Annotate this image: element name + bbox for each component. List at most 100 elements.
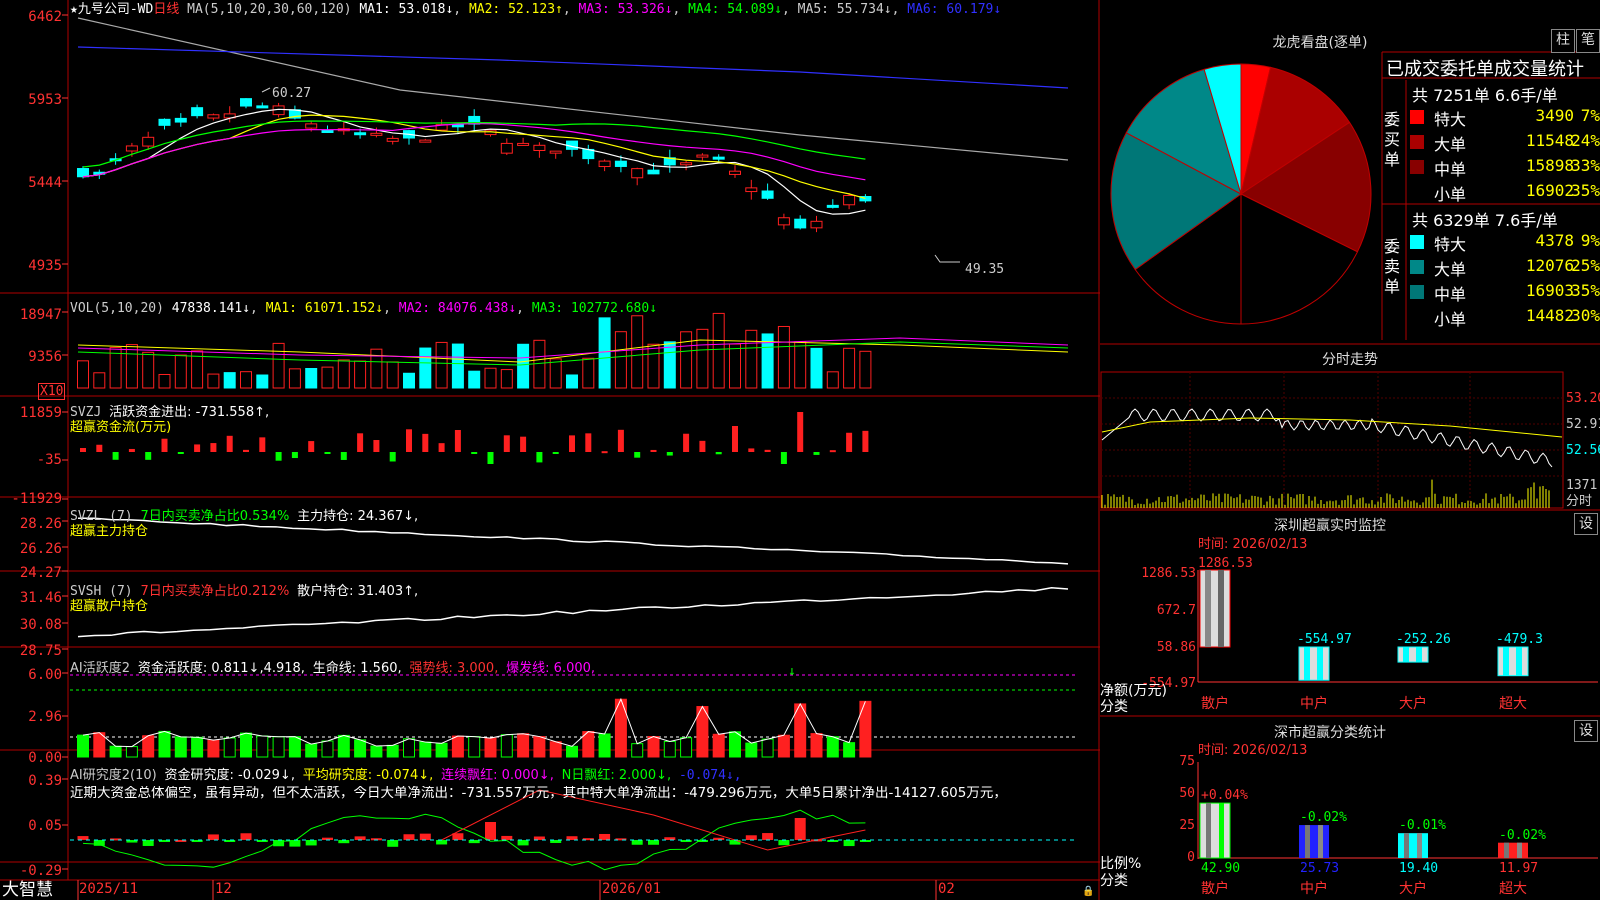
volume-bar [288, 368, 301, 389]
svsh-name: SVSH (7) [70, 584, 133, 599]
classify-bar-stripe [1219, 803, 1224, 858]
research-bar [794, 818, 806, 840]
activity-bar [566, 745, 578, 758]
volume-bar [142, 351, 155, 389]
candle-body [614, 160, 627, 167]
activity-bar [761, 738, 774, 758]
monitor-bar-value: -252.26 [1396, 632, 1451, 647]
candle-body [256, 105, 269, 109]
classify-title: 深市超赢分类统计 [1274, 725, 1386, 741]
research-bar [762, 833, 774, 840]
pie-slice-sell [1110, 132, 1242, 271]
svzj-bar [389, 452, 396, 462]
ai-research-cont: 连续飘红: 0.000↓, [441, 768, 554, 783]
ai-active-y-label: 6.00 [28, 667, 62, 683]
svzj-y-label: 11859 [19, 405, 62, 421]
activity-bar [533, 736, 546, 758]
pie-slice-buy [1240, 66, 1351, 196]
volume-bar [680, 331, 693, 389]
classify-bar [1398, 833, 1428, 858]
svzj-bar [569, 435, 575, 452]
ai-active-y-label: 0.00 [28, 750, 62, 766]
lock-icon[interactable]: 🔒 [1082, 884, 1094, 899]
color-swatch [1410, 285, 1424, 299]
activity-bar [223, 737, 236, 758]
main-chart-area[interactable]: ↓ [0, 0, 1100, 900]
intraday-frame [1100, 371, 1564, 509]
research-bar [843, 840, 855, 847]
volume-bar [517, 343, 530, 389]
research-bar [77, 836, 89, 840]
svzl-y-label: 24.27 [19, 565, 62, 581]
volume-bar [566, 374, 578, 389]
research-bar [648, 840, 659, 845]
monitor-bar-value: -479.3 [1496, 632, 1543, 647]
candle-body [158, 118, 171, 126]
activity-bar [207, 739, 220, 758]
order-percent: 9% [1580, 231, 1600, 250]
volume-bar [745, 329, 758, 389]
sell-total: 共 6329单 7.6手/单 [1412, 211, 1558, 230]
ai-research-y-label: -0.29 [19, 863, 62, 879]
stat-row: 中单 16903 35% [1410, 281, 1600, 304]
pen-view-button[interactable]: 笔 [1576, 29, 1600, 53]
activity-bar [745, 742, 758, 758]
svzj-bar [373, 440, 380, 452]
volume-bar [712, 312, 725, 389]
classify-category: 散户 [1201, 881, 1229, 897]
ai-active-strong: 强势线: 3.000, [409, 661, 499, 676]
candle-body [370, 132, 383, 136]
activity-bar [403, 738, 415, 758]
candle-body [174, 117, 187, 123]
classify-bar [1498, 842, 1528, 858]
ai-active-life: 生命线: 1.560, [312, 661, 402, 676]
period-label[interactable]: 日线 [153, 2, 179, 17]
ai-active-burst: 爆发线: 6.000, [506, 661, 596, 676]
monitor-title: 深圳超赢实时监控 [1274, 518, 1386, 534]
svzj-bar [780, 452, 787, 464]
svsh-header: SVSH (7) 7日内买卖净占比0.212% 散户持仓: 31.403↑, [70, 584, 418, 599]
classify-settings-button[interactable]: 设 [1574, 720, 1598, 742]
volume-bar [696, 328, 709, 389]
candle-body [419, 139, 432, 143]
vol-name: VOL(5,10,20) [70, 301, 164, 316]
candle-body [826, 204, 839, 208]
activity-bar [598, 733, 611, 758]
vol-y-label: 18947 [19, 307, 62, 323]
activity-bar [631, 743, 644, 758]
volume-bar [614, 331, 627, 389]
classify-category: 中户 [1300, 881, 1328, 897]
svzj-bar [862, 430, 869, 452]
activity-bar [859, 700, 872, 758]
candle-body [680, 162, 693, 166]
classify-y-label: 0 [1187, 850, 1195, 865]
activity-bar [663, 740, 676, 758]
svzl-hold: 主力持仓: 24.367↓, [297, 509, 419, 524]
research-bar [354, 836, 366, 840]
dragon-title: 龙虎看盘(逐单) [1272, 35, 1368, 51]
volume-bar [859, 350, 872, 389]
svzj-bar [699, 440, 706, 452]
candle-body [207, 114, 220, 119]
monitor-settings-button[interactable]: 设 [1574, 513, 1598, 535]
volume-bar [77, 360, 89, 389]
vol-value: 47838.141↓ [171, 301, 251, 316]
order-type: 小单 [1434, 185, 1467, 204]
ai-research-comment: 近期大资金总体偏空，虽有异动，但不太活跃，今日大单净流出：-731.557万元，… [70, 786, 1007, 801]
stock-title[interactable]: ★九号公司-WD [70, 2, 153, 17]
research-bar [778, 840, 790, 846]
monitor-bar-stripe [1516, 647, 1522, 676]
monitor-bar [1497, 646, 1529, 677]
research-bar [452, 833, 464, 840]
column-view-button[interactable]: 柱 [1551, 29, 1575, 53]
classify-value: 19.40 [1399, 861, 1439, 876]
color-swatch [1410, 310, 1424, 324]
monitor-bar [1199, 569, 1231, 648]
svzj-bar [650, 449, 657, 452]
activity-bar [321, 740, 334, 758]
monitor-bar-stripe [1403, 647, 1409, 663]
ai-active-activity: 资金活跃度: 0.811↓,4.918, [137, 661, 305, 676]
volume-bar [500, 369, 513, 389]
monitor-axis-sub: 分类 [1100, 699, 1128, 715]
intraday-price-label: 52.56 [1566, 443, 1600, 458]
